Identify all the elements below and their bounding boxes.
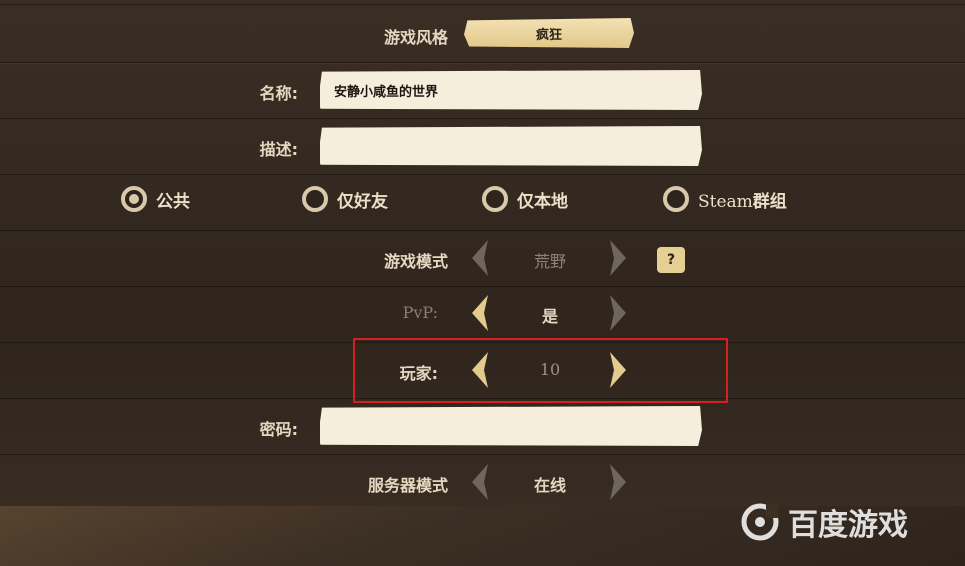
name-label: 名称: — [259, 84, 298, 103]
group-text: 群组 — [752, 191, 787, 212]
radio-public-label: 公共 — [156, 191, 190, 212]
players-highlight-box — [353, 338, 728, 403]
radio-local-only[interactable]: 仅本地 — [482, 186, 568, 212]
help-icon-glyph: ? — [666, 252, 676, 268]
description-input[interactable] — [320, 126, 702, 166]
radio-unselected-icon — [302, 186, 328, 212]
game-mode-label: 游戏模式 — [383, 252, 448, 271]
name-input-value: 安静小咸鱼的世界 — [334, 84, 439, 100]
pvp-value: 是 — [541, 307, 558, 326]
password-input[interactable] — [320, 406, 702, 446]
description-label: 描述: — [259, 140, 298, 159]
server-mode-prev-arrow-icon[interactable] — [468, 462, 490, 502]
game-mode-value: 荒野 — [533, 252, 566, 271]
pvp-prev-arrow-icon[interactable] — [468, 293, 490, 333]
name-input[interactable]: 安静小咸鱼的世界 — [320, 70, 702, 110]
game-mode-prev-arrow-icon[interactable] — [468, 238, 490, 278]
radio-selected-icon — [121, 186, 147, 212]
game-mode-next-arrow-icon[interactable] — [608, 238, 630, 278]
watermark: 百度游戏 — [740, 500, 908, 544]
radio-steam-group[interactable]: Steam群组 — [663, 186, 787, 212]
radio-unselected-icon — [663, 186, 689, 212]
radio-local-only-label: 仅本地 — [517, 191, 568, 212]
server-mode-next-arrow-icon[interactable] — [608, 462, 630, 502]
server-mode-value: 在线 — [533, 476, 566, 495]
pvp-label: PvP: — [402, 303, 438, 322]
watermark-text: 百度游戏 — [788, 508, 908, 543]
game-style-label: 游戏风格 — [383, 28, 448, 47]
game-style-value: 疯狂 — [535, 27, 562, 43]
password-label: 密码: — [259, 420, 298, 439]
radio-public[interactable]: 公共 — [121, 186, 190, 212]
steam-text: Steam — [698, 191, 753, 212]
pvp-next-arrow-icon[interactable] — [608, 293, 630, 333]
game-style-button[interactable]: 疯狂 — [464, 18, 634, 48]
server-mode-label: 服务器模式 — [367, 476, 448, 495]
radio-unselected-icon — [482, 186, 508, 212]
baidu-game-logo-icon — [741, 503, 779, 541]
help-icon[interactable]: ? — [657, 247, 685, 273]
radio-friends-only-label: 仅好友 — [337, 191, 388, 212]
radio-friends-only[interactable]: 仅好友 — [302, 186, 388, 212]
radio-steam-group-label: Steam群组 — [698, 187, 787, 212]
